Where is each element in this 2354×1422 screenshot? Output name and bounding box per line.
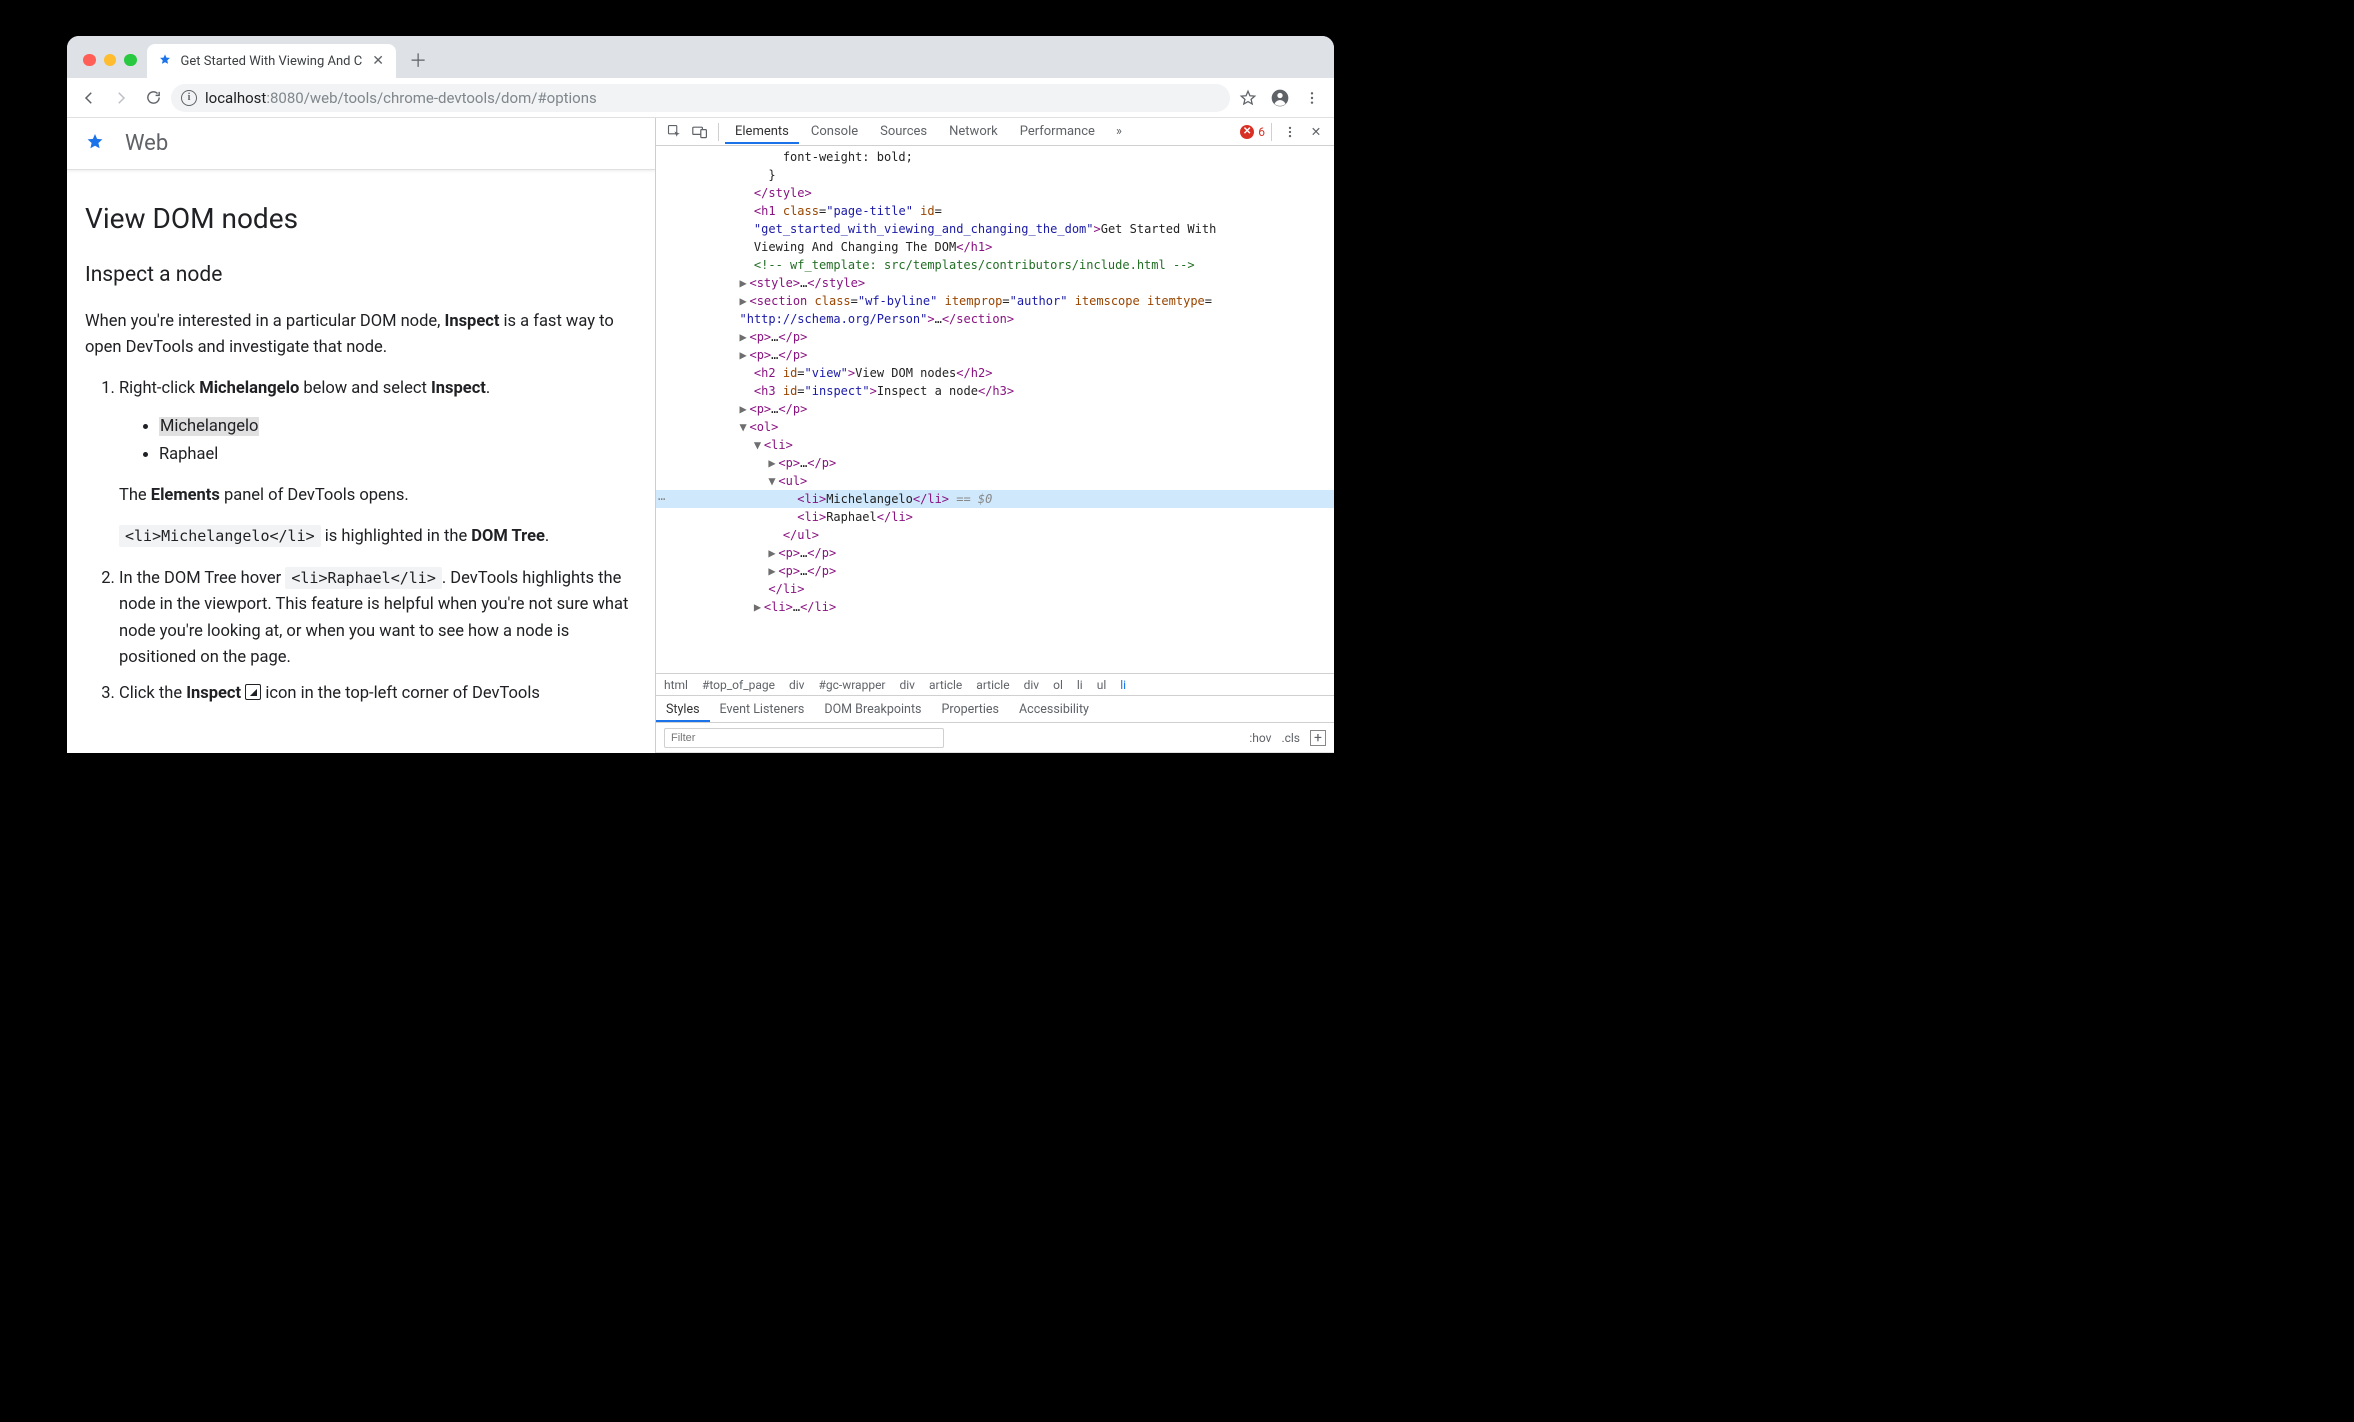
error-icon: ✕ [1240,125,1254,139]
styles-filter-input[interactable] [664,728,944,748]
tab-sources[interactable]: Sources [870,119,937,144]
tab-strip: Get Started With Viewing And C ✕ ＋ [67,36,1334,78]
page-body: View DOM nodes Inspect a node When you'r… [67,170,655,734]
list-item[interactable]: Raphael [159,441,637,469]
window-controls [77,54,147,79]
new-style-rule-icon[interactable]: + [1310,730,1326,746]
intro-paragraph: When you're interested in a particular D… [85,309,637,360]
devtools-panel: Elements Console Sources Network Perform… [655,118,1334,753]
url-input[interactable]: i localhost:8080/web/tools/chrome-devtoo… [171,84,1230,112]
step-1-result-2: <li>Michelangelo</li> is highlighted in … [119,524,637,550]
page-viewport: Web View DOM nodes Inspect a node When y… [67,118,655,753]
bookmark-icon[interactable] [1234,84,1262,112]
maximize-window-button[interactable] [124,54,137,67]
styles-pane: :hov .cls + [656,723,1334,753]
url-text: localhost:8080/web/tools/chrome-devtools… [205,89,597,107]
address-bar: i localhost:8080/web/tools/chrome-devtoo… [67,78,1334,118]
tab-console[interactable]: Console [801,119,868,144]
reload-button[interactable] [139,84,167,112]
dom-breadcrumb[interactable]: html #top_of_page div #gc-wrapper div ar… [656,673,1334,695]
page-header: Web [67,118,655,170]
close-devtools-icon[interactable]: ✕ [1304,120,1328,144]
step-1-result-1: The Elements panel of DevTools opens. [119,483,637,509]
page-h2: Inspect a node [85,263,637,287]
page-h1: View DOM nodes [85,202,637,235]
cls-toggle[interactable]: .cls [1281,731,1300,745]
forward-button[interactable] [107,84,135,112]
device-toolbar-icon[interactable] [688,120,712,144]
tab-properties[interactable]: Properties [931,697,1009,722]
styles-tabs: Styles Event Listeners DOM Breakpoints P… [656,695,1334,723]
list-item[interactable]: Michelangelo [159,413,637,441]
error-counter[interactable]: ✕ 6 [1240,125,1265,139]
browser-tab[interactable]: Get Started With Viewing And C ✕ [147,44,397,78]
inspect-element-icon[interactable] [662,120,686,144]
minimize-window-button[interactable] [104,54,117,67]
tab-styles[interactable]: Styles [656,697,710,722]
tab-title: Get Started With Viewing And C [181,54,363,69]
tab-event-listeners[interactable]: Event Listeners [710,697,815,722]
tab-performance[interactable]: Performance [1010,119,1105,144]
tab-dom-breakpoints[interactable]: DOM Breakpoints [814,697,931,722]
step-2: In the DOM Tree hover <li>Raphael</li>. … [119,566,637,672]
back-button[interactable] [75,84,103,112]
step-3: Click the Inspect icon in the top-left c… [119,681,637,707]
inspect-cursor-icon [245,684,261,700]
profile-icon[interactable] [1266,84,1294,112]
devtools-toolbar: Elements Console Sources Network Perform… [656,118,1334,146]
hov-toggle[interactable]: :hov [1249,731,1271,745]
step-1: Right-click Michelangelo below and selec… [119,376,637,550]
close-window-button[interactable] [83,54,96,67]
devtools-menu-icon[interactable] [1278,120,1302,144]
tab-accessibility[interactable]: Accessibility [1009,697,1099,722]
tab-network[interactable]: Network [939,119,1008,144]
page-brand: Web [125,131,168,156]
tab-favicon-icon [157,53,173,69]
more-tabs-icon[interactable]: » [1107,120,1131,144]
dom-tree[interactable]: font-weight: bold; } </style> <h1 class=… [656,146,1334,673]
new-tab-button[interactable]: ＋ [404,46,432,74]
site-info-icon[interactable]: i [181,90,197,106]
tab-elements[interactable]: Elements [725,119,799,144]
menu-icon[interactable] [1298,84,1326,112]
selected-dom-node[interactable]: ⋯ <li>Michelangelo</li> == $0 [656,490,1334,508]
page-logo-icon [83,132,107,156]
close-tab-icon[interactable]: ✕ [370,53,386,69]
browser-window: Get Started With Viewing And C ✕ ＋ i loc… [67,36,1334,753]
